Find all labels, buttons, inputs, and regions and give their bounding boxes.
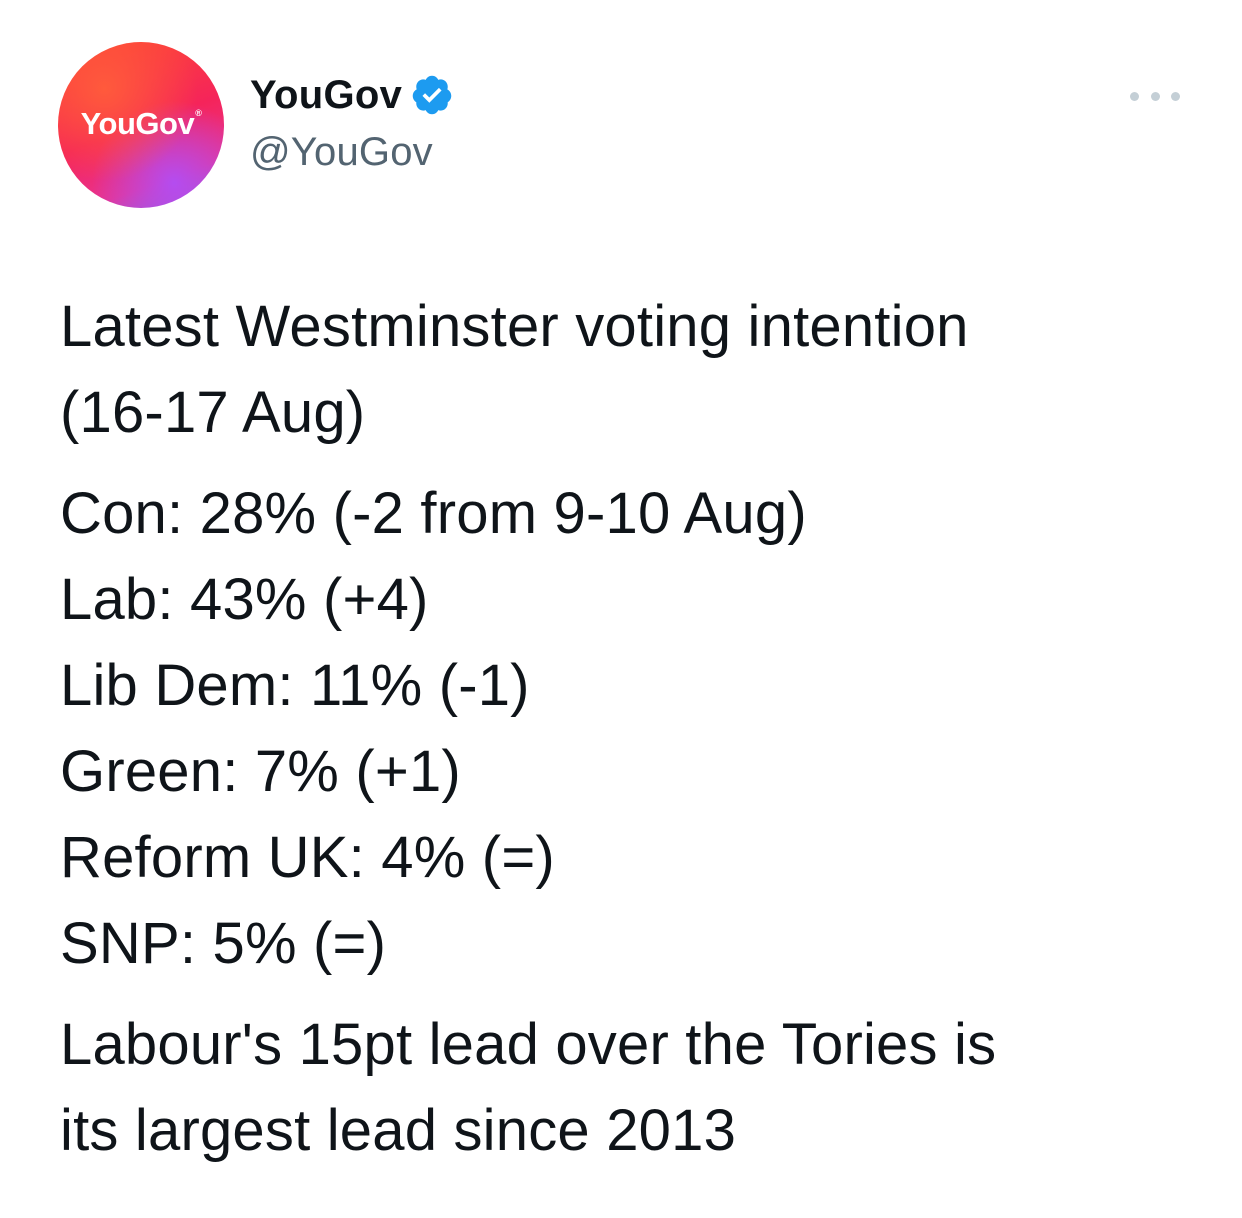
tweet-text: Latest Westminster voting intention (16-…	[60, 284, 1200, 1174]
tweet-card: YouGov® YouGov @YouGov Latest Westminste…	[0, 0, 1242, 1218]
tweet-paragraph-summary: Labour's 15pt lead over the Tories is it…	[60, 1002, 1200, 1174]
verified-badge-icon	[410, 73, 454, 117]
tweet-line: Labour's 15pt lead over the Tories is	[60, 1012, 997, 1077]
display-name-row: YouGov	[250, 68, 454, 122]
result-line-snp: SNP: 5% (=)	[60, 911, 387, 976]
more-dot	[1130, 91, 1139, 101]
result-line-con: Con: 28% (-2 from 9-10 Aug)	[60, 481, 807, 546]
result-line-green: Green: 7% (+1)	[60, 739, 461, 804]
tweet-line: (16-17 Aug)	[60, 380, 366, 445]
result-line-libdem: Lib Dem: 11% (-1)	[60, 653, 530, 718]
result-line-lab: Lab: 43% (+4)	[60, 567, 429, 632]
tweet-paragraph-headline: Latest Westminster voting intention (16-…	[60, 284, 1200, 456]
author-block: YouGov @YouGov	[250, 68, 454, 175]
tweet-line: its largest lead since 2013	[60, 1098, 737, 1163]
tweet-line: Latest Westminster voting intention	[60, 294, 969, 359]
display-name[interactable]: YouGov	[250, 73, 402, 118]
tweet-paragraph-results: Con: 28% (-2 from 9-10 Aug) Lab: 43% (+4…	[60, 471, 1200, 987]
handle[interactable]: @YouGov	[250, 130, 454, 175]
more-dot	[1150, 91, 1160, 101]
more-dot	[1171, 91, 1180, 101]
more-options-icon[interactable]	[1130, 82, 1180, 110]
result-line-reform: Reform UK: 4% (=)	[60, 825, 555, 890]
avatar[interactable]: YouGov®	[58, 42, 224, 208]
yougov-logo: YouGov®	[80, 106, 202, 141]
